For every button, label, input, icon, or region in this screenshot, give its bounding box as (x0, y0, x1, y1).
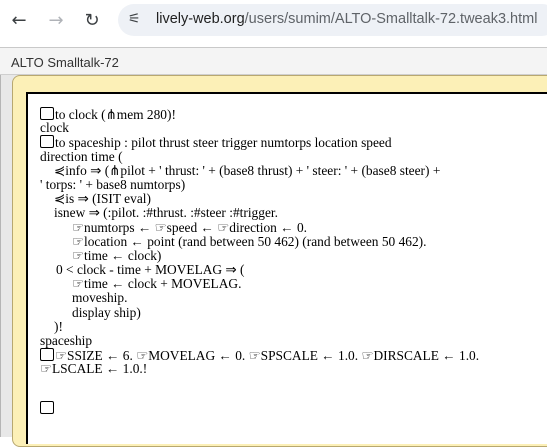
code-line: ☞SSIZE ← 6. ☞MOVELAG ← 0. ☞SPSCALE ← 1.0… (40, 348, 547, 363)
code-line: ☞time ← clock) (72, 247, 162, 263)
code-line: ☞numtorps ← ☞speed ← ☞direction ← 0. (72, 219, 307, 235)
alto-screen[interactable]: to clock (⋔mem 280)! clock to spaceship … (26, 92, 547, 444)
forward-arrow-icon[interactable]: → (44, 8, 68, 32)
url-host: lively-web.org (156, 11, 245, 27)
code-listing: to clock (⋔mem 280)! clock to spaceship … (40, 107, 547, 415)
code-line: clock (40, 120, 69, 136)
code-line: direction time ( (40, 148, 123, 164)
window-left-edge (0, 48, 1, 437)
app-window: ALTO Smalltalk-72 to clock (⋔mem 280)! c… (0, 47, 547, 447)
code-line: to spaceship : pilot thrust steer trigge… (40, 135, 547, 150)
code-line: ⋞info ⇒ (⋔pilot + ' thrust: ' + (base8 t… (54, 162, 441, 178)
code-line: 0 < clock - time + MOVELAG ⇒ ( (56, 262, 245, 278)
input-prompt-line[interactable] (40, 400, 547, 415)
url-path: /users/sumim/ALTO-Smalltalk-72.tweak3.ht… (244, 11, 538, 27)
prompt-icon (40, 400, 54, 414)
back-arrow-icon[interactable]: ← (7, 8, 31, 32)
url-text[interactable]: lively-web.org/users/sumim/ALTO-Smalltal… (156, 11, 537, 27)
code-line: isnew ⇒ (:pilot. :#thrust. :#steer :#tri… (54, 205, 278, 221)
prompt-icon (40, 348, 54, 362)
code-line: ⋞is ⇒ (ISIT eval) (54, 191, 151, 207)
address-bar[interactable]: ⚟ lively-web.org/users/sumim/ALTO-Smallt… (118, 4, 547, 36)
code-line: to clock (⋔mem 280)! (40, 107, 547, 122)
code-line: )! (54, 318, 63, 334)
prompt-icon (40, 107, 54, 120)
site-info-icon[interactable]: ⚟ (128, 11, 146, 29)
prompt-icon (40, 135, 54, 149)
browser-toolbar: ← → ↻ ⚟ lively-web.org/users/sumim/ALTO-… (0, 0, 547, 40)
code-line: spaceship (40, 333, 93, 348)
code-line: ☞LSCALE ← 1.0.! (40, 361, 148, 377)
code-line: display ship) (72, 304, 141, 320)
code-line: ☞location ← point (rand between 50 462) … (72, 233, 427, 249)
code-line: ☞time ← clock + MOVELAG. (72, 276, 242, 292)
code-line: moveship. (72, 290, 128, 306)
code-line: ' torps: ' + base8 numtorps) (40, 176, 186, 192)
window-titlebar[interactable]: ALTO Smalltalk-72 (0, 48, 547, 75)
reload-icon[interactable]: ↻ (80, 8, 104, 32)
window-title: ALTO Smalltalk-72 (11, 55, 119, 70)
